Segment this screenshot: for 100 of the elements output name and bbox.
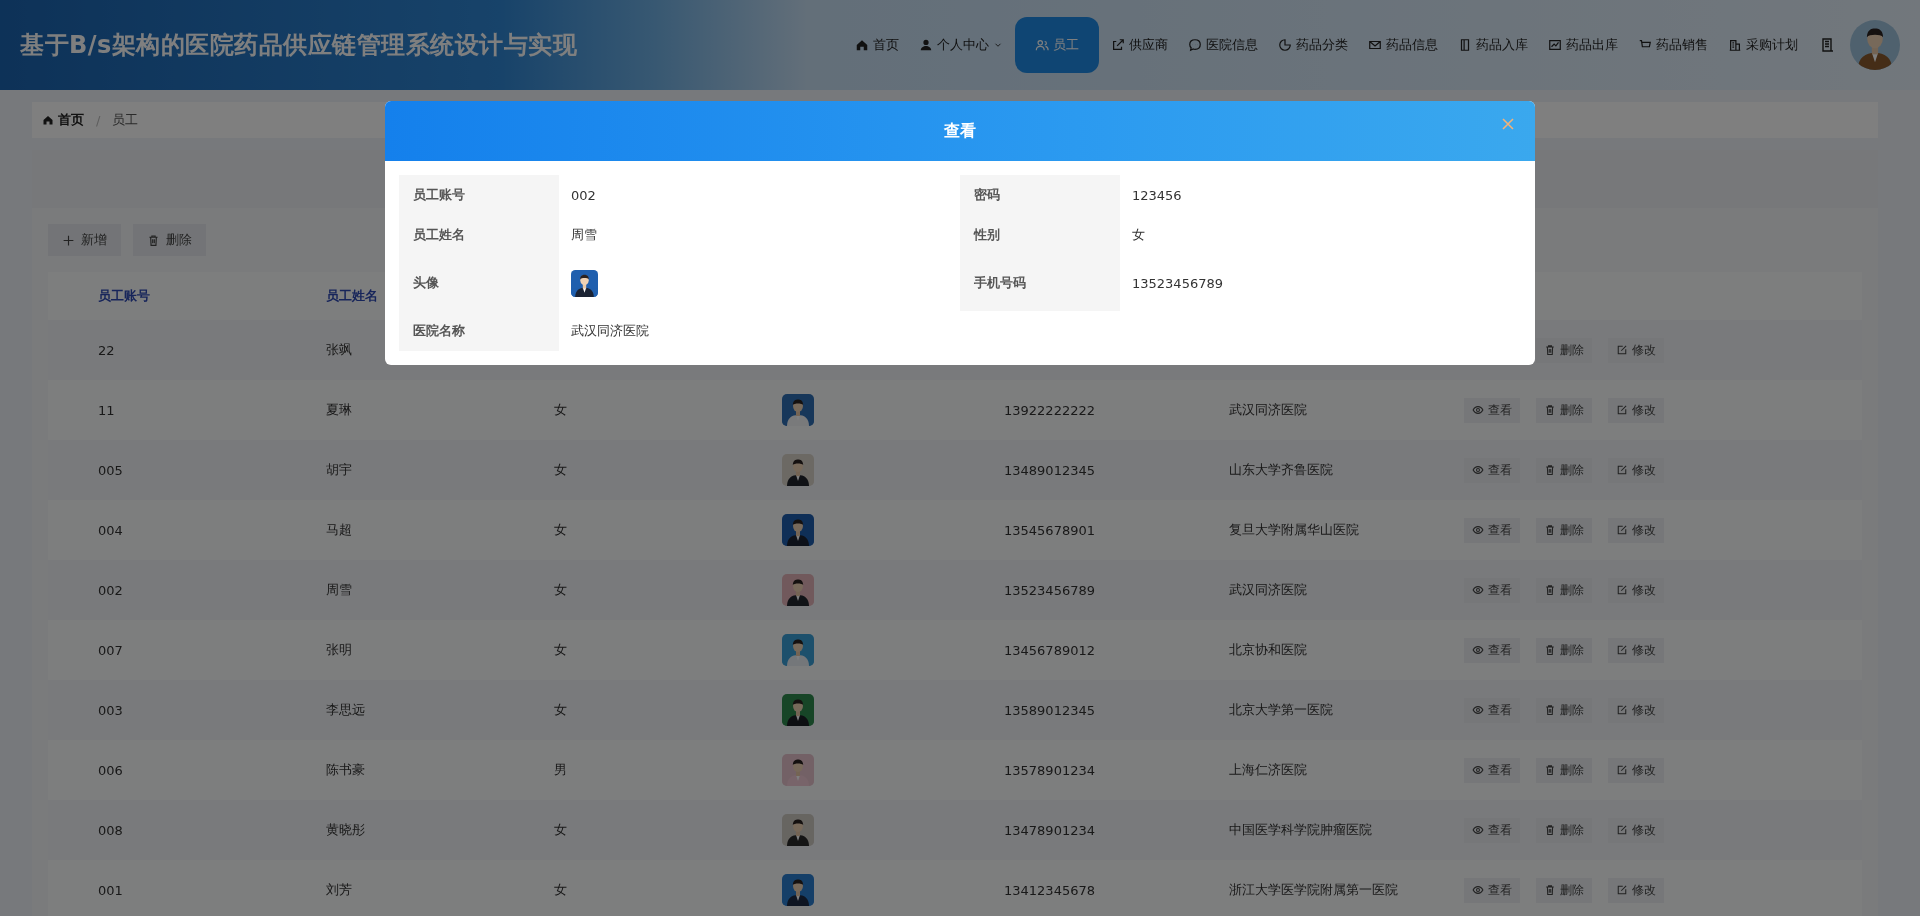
edit-icon [1616,824,1628,836]
field-label: 头像 [399,255,559,311]
table-cell: 13545678901 [1004,522,1095,538]
table-cell: 北京协和医院 [1229,641,1307,659]
edit-button[interactable]: 修改 [1608,757,1664,783]
breadcrumb-link[interactable]: 首页 [42,111,84,129]
table-cell: 11 [98,402,115,418]
table-cell: 中国医学科学院肿瘤医院 [1229,821,1372,839]
view-button[interactable]: 查看 [1464,757,1520,783]
field-label: 医院名称 [399,311,559,351]
nav-item[interactable]: 采购计划 [1720,17,1806,73]
eye-icon [1472,524,1484,536]
trash-icon [1544,824,1556,836]
nav-item[interactable]: 医院信息 [1180,17,1266,73]
field-label: 员工姓名 [399,215,559,255]
delete-button[interactable]: 删除 [1536,757,1592,783]
eye-icon [1472,404,1484,416]
edit-icon [1616,344,1628,356]
edit-button[interactable]: 修改 [1608,517,1664,543]
view-button[interactable]: 查看 [1464,397,1520,423]
nav-item[interactable]: 员工 [1015,17,1099,73]
field-value: 女 [1132,226,1145,244]
delete-button[interactable]: 删除 [1536,637,1592,663]
building-icon [1728,38,1742,52]
table-cell: 008 [98,822,123,838]
table-cell: 13489012345 [1004,462,1095,478]
table-cell: 复旦大学附属华山医院 [1229,521,1359,539]
chat-icon [1188,38,1202,52]
table-cell: 女 [554,581,567,599]
view-button[interactable]: 查看 [1464,877,1520,903]
nav-item[interactable]: 药品入库 [1450,17,1536,73]
field-label: 密码 [960,175,1120,215]
building-icon[interactable] [1820,37,1836,53]
table-cell: 李思远 [326,701,365,719]
table-cell: 夏琳 [326,401,352,419]
table-cell: 002 [98,582,123,598]
table-cell: 13478901234 [1004,822,1095,838]
view-button[interactable]: 查看 [1464,517,1520,543]
table-cell: 003 [98,702,123,718]
delete-button[interactable]: 删除 [1536,517,1592,543]
edit-icon [1616,404,1628,416]
trash-icon [1544,464,1556,476]
nav-item[interactable]: 个人中心 [911,17,1011,73]
nav-item[interactable]: 药品出库 [1540,17,1626,73]
eye-icon [1472,704,1484,716]
breadcrumb-separator: / [96,112,101,128]
table-cell: 陈书豪 [326,761,365,779]
table-cell: 13578901234 [1004,762,1095,778]
edit-icon [1616,584,1628,596]
edit-icon [1616,524,1628,536]
add-button[interactable]: 新增 [48,224,121,256]
nav-item[interactable]: 药品信息 [1360,17,1446,73]
table-cell: 女 [554,461,567,479]
home-icon [42,114,54,126]
nav-item[interactable]: 药品分类 [1270,17,1356,73]
table-cell: 13456789012 [1004,642,1095,658]
field-value: 13523456789 [1132,275,1223,291]
mail-icon [1368,38,1382,52]
table-cell: 武汉同济医院 [1229,581,1307,599]
table-cell: 周雪 [326,581,352,599]
table-cell: 女 [554,401,567,419]
field-label: 性别 [960,215,1120,255]
table-cell: 13412345678 [1004,882,1095,898]
table-cell: 女 [554,701,567,719]
table-cell: 13589012345 [1004,702,1095,718]
table-cell: 刘芳 [326,881,352,899]
table-cell: 上海仁济医院 [1229,761,1307,779]
people-icon [1035,38,1049,52]
table-cell: 女 [554,821,567,839]
user-icon [919,38,933,52]
trash-icon [147,233,160,247]
document-icon [1458,38,1472,52]
dialog-title: 查看 [944,120,976,142]
edit-button[interactable]: 修改 [1608,637,1664,663]
column-header[interactable]: 员工账号 [98,287,150,305]
edit-button[interactable]: 修改 [1608,877,1664,903]
table-cell: 005 [98,462,123,478]
field-value: 002 [571,187,596,203]
field-value: 周雪 [571,226,597,244]
delete-button[interactable]: 删除 [133,224,206,256]
delete-button[interactable]: 删除 [1536,877,1592,903]
edit-button[interactable]: 修改 [1608,397,1664,423]
column-header[interactable]: 员工姓名 [326,287,378,305]
view-button[interactable]: 查看 [1464,637,1520,663]
nav-item[interactable]: 首页 [847,17,907,73]
trash-icon [1544,884,1556,896]
home-icon [855,38,869,52]
table-cell: 004 [98,522,123,538]
nav-item[interactable]: 药品销售 [1630,17,1716,73]
table-cell: 001 [98,882,123,898]
trash-icon [1544,584,1556,596]
trash-icon [1544,404,1556,416]
site-title: 基于B/s架构的医院药品供应链管理系统设计与实现 [20,30,578,61]
nav-item[interactable]: 供应商 [1103,17,1176,73]
table-cell: 张飒 [326,341,352,359]
eye-icon [1472,884,1484,896]
trash-icon [1544,764,1556,776]
delete-button[interactable]: 删除 [1536,397,1592,423]
table-cell: 黄晓彤 [326,821,365,839]
chart-icon [1548,38,1562,52]
